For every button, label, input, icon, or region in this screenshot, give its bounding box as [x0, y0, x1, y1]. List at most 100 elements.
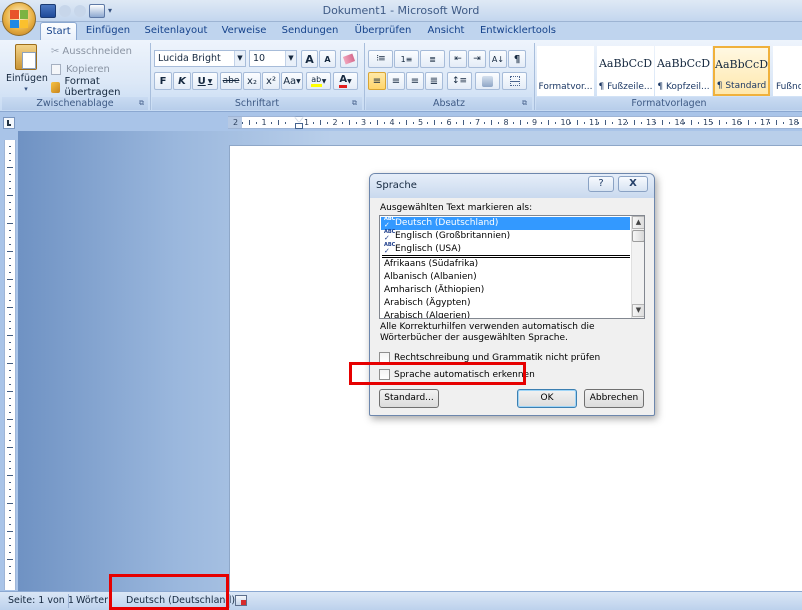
- tab-verweise[interactable]: Verweise: [218, 22, 270, 40]
- decrease-indent-icon: ⇤: [454, 54, 462, 64]
- tab-seitenlayout[interactable]: Seitenlayout: [140, 22, 212, 40]
- ok-button[interactable]: OK: [517, 389, 577, 408]
- language-option[interactable]: Albanisch (Albanien): [381, 271, 630, 284]
- style-card-fusszeile[interactable]: AaBbCcD ¶ Fußzeile...: [597, 46, 654, 96]
- language-option[interactable]: Amharisch (Äthiopien): [381, 284, 630, 297]
- line-spacing-button[interactable]: ↕≡: [447, 72, 472, 90]
- tab-sendungen[interactable]: Sendungen: [277, 22, 343, 40]
- language-option[interactable]: Arabisch (Ägypten): [381, 297, 630, 310]
- hanging-indent-marker[interactable]: [295, 123, 303, 129]
- clear-formatting-button[interactable]: [340, 50, 358, 68]
- ruler-tick: [9, 188, 11, 189]
- cancel-button[interactable]: Abbrechen: [584, 389, 644, 408]
- language-option[interactable]: Afrikaans (Südafrika): [381, 258, 630, 271]
- ruler-tick: [7, 279, 13, 280]
- ruler-tick: [427, 122, 429, 124]
- ruler-tick: [697, 122, 699, 124]
- tab-ansicht[interactable]: Ansicht: [422, 22, 470, 40]
- font-size-combo[interactable]: 10 ▼: [249, 50, 297, 67]
- dialog-title: Sprache: [376, 180, 417, 191]
- language-list[interactable]: ABC ✓ Deutsch (Deutschland) ABC ✓ Englisch (G…: [379, 215, 645, 319]
- align-center-button[interactable]: ≡: [387, 72, 405, 90]
- ruler-tick: [256, 122, 258, 124]
- vertical-ruler[interactable]: [4, 140, 16, 590]
- show-formatting-button[interactable]: ¶: [508, 50, 526, 68]
- dialog-launcher-icon[interactable]: ⧉: [139, 99, 144, 108]
- subscript-button[interactable]: x₂: [243, 72, 261, 90]
- format-painter-button[interactable]: Format übertragen: [50, 76, 146, 98]
- ruler-tick: [9, 517, 11, 518]
- close-button[interactable]: X: [618, 176, 648, 192]
- language-option[interactable]: Arabisch (Algerien): [381, 310, 630, 318]
- tab-einfuegen[interactable]: Einfügen: [82, 22, 134, 40]
- decrease-indent-button[interactable]: ⇤: [449, 50, 467, 68]
- group-label-font: Schriftart: [152, 97, 362, 110]
- language-option[interactable]: ABC ✓ Englisch (Großbritannien): [381, 230, 630, 243]
- list-scrollbar[interactable]: ▲ ▼: [631, 216, 644, 318]
- ruler-tick: [370, 122, 372, 124]
- italic-button[interactable]: K: [173, 72, 191, 90]
- ruler-tick: [9, 398, 11, 399]
- font-color-button[interactable]: A ▼: [333, 72, 358, 90]
- sort-button[interactable]: A↓: [489, 50, 507, 68]
- dialog-launcher-icon[interactable]: ⧉: [522, 99, 527, 108]
- underline-button[interactable]: U ▼: [192, 72, 218, 90]
- language-option[interactable]: ABC ✓ Deutsch (Deutschland): [381, 217, 630, 230]
- bullets-button[interactable]: ⁝≡: [368, 50, 393, 68]
- increase-indent-button[interactable]: ⇥: [468, 50, 486, 68]
- no-spellcheck-label: Rechtschreibung und Grammatik nicht prüf…: [394, 352, 601, 363]
- tab-selector-button[interactable]: [3, 117, 15, 129]
- borders-button[interactable]: [502, 72, 527, 90]
- default-button[interactable]: Standard...: [379, 389, 439, 408]
- border-grid-icon: [509, 76, 520, 86]
- language-option-label: Afrikaans (Südafrika): [384, 259, 479, 269]
- scroll-up-button[interactable]: ▲: [632, 216, 644, 229]
- ruler-tick: [9, 440, 11, 441]
- align-right-button[interactable]: ≡: [406, 72, 424, 90]
- ruler-tick: [519, 120, 521, 125]
- multilevel-list-button[interactable]: ≣: [420, 50, 445, 68]
- grow-font-button[interactable]: A: [301, 50, 318, 68]
- justify-button[interactable]: ≣: [425, 72, 443, 90]
- superscript-button[interactable]: x²: [262, 72, 280, 90]
- ruler-tick: [355, 122, 357, 124]
- shading-button[interactable]: [475, 72, 500, 90]
- scroll-thumb[interactable]: [632, 230, 644, 242]
- ruler-tick: [9, 300, 11, 301]
- cut-button[interactable]: ✂ Ausschneiden: [50, 42, 132, 60]
- chevron-down-icon[interactable]: ▼: [234, 51, 245, 66]
- style-name: ¶ Standard: [716, 81, 767, 91]
- status-word-count[interactable]: Wörter: 0: [70, 592, 114, 610]
- pilcrow-icon: ¶: [513, 53, 521, 65]
- ruler-tick: [541, 122, 543, 124]
- highlight-color-button[interactable]: ab ▼: [306, 72, 331, 90]
- horizontal-ruler[interactable]: 2 1 1 2 3 4 5 6 7 8 9 10 11 12 13 14 15 16 17 18: [228, 116, 802, 129]
- language-option-label: Amharisch (Äthiopien): [384, 285, 485, 295]
- tab-ueberpruefen[interactable]: Überprüfen: [350, 22, 416, 40]
- office-button[interactable]: [2, 2, 36, 36]
- tab-start[interactable]: Start: [40, 22, 77, 40]
- tab-entwicklertools[interactable]: Entwicklertools: [475, 22, 561, 40]
- help-button[interactable]: ?: [588, 176, 614, 192]
- numbering-button[interactable]: 1≡: [394, 50, 419, 68]
- dialog-launcher-icon[interactable]: ⧉: [352, 99, 357, 108]
- paste-button[interactable]: Einfügen ▾: [6, 44, 48, 96]
- chevron-down-icon[interactable]: ▼: [285, 51, 296, 66]
- arrow-down-icon: ▼: [635, 306, 642, 314]
- font-name-combo[interactable]: Lucida Bright ▼: [154, 50, 246, 67]
- align-center-icon: ≡: [391, 75, 401, 87]
- strikethrough-button[interactable]: abe: [220, 72, 242, 90]
- proofing-status-icon[interactable]: [235, 595, 247, 606]
- style-card-kopfzeile[interactable]: AaBbCcD ¶ Kopfzeil...: [655, 46, 712, 96]
- shrink-font-button[interactable]: A: [319, 50, 336, 68]
- bold-button[interactable]: F: [154, 72, 172, 90]
- style-card-formatvorlage[interactable]: Formatvor...: [537, 46, 594, 96]
- highlight-box-auto-detect: [349, 362, 526, 385]
- change-case-button[interactable]: Aa ▼: [281, 72, 303, 90]
- language-option-label: Deutsch (Deutschland): [395, 218, 499, 228]
- align-left-button[interactable]: ≡: [368, 72, 386, 90]
- style-card-standard[interactable]: AaBbCcD ¶ Standard: [713, 46, 770, 96]
- scroll-down-button[interactable]: ▼: [632, 304, 644, 317]
- style-card-fussnote[interactable]: Fußnot: [773, 46, 802, 96]
- ruler-tick: [783, 122, 785, 124]
